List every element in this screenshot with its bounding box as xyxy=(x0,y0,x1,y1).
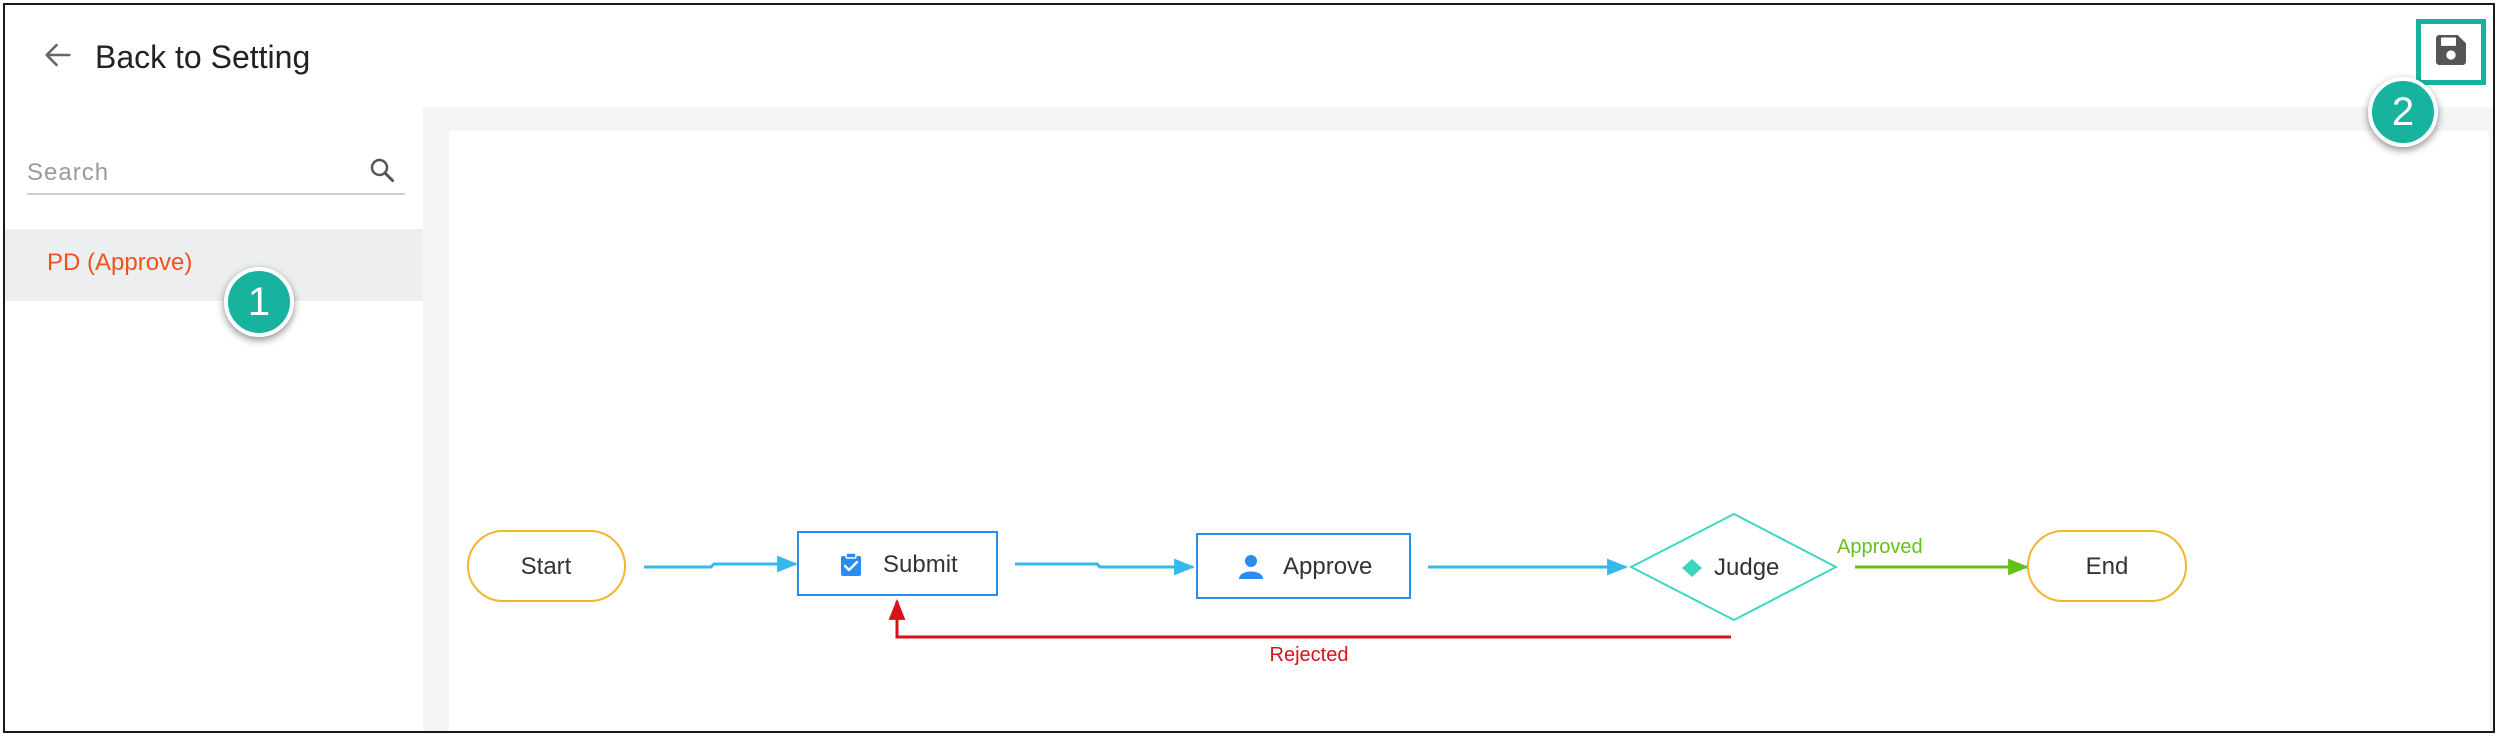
search-input[interactable] xyxy=(27,155,347,191)
node-judge[interactable]: Judge xyxy=(1628,512,1839,622)
back-to-setting-button[interactable]: Back to Setting xyxy=(41,35,310,79)
app-frame: Back to Setting PD (Approv xyxy=(3,3,2495,733)
node-start[interactable]: Start xyxy=(467,530,626,602)
node-end[interactable]: End xyxy=(2027,530,2187,602)
floppy-disk-icon xyxy=(2431,30,2471,75)
workflow-diagram: Approved Rejected Start Submit Approve J… xyxy=(467,512,2187,666)
search-box xyxy=(27,149,405,195)
sidebar-item-label: PD (Approve) xyxy=(47,249,193,276)
callout-number: 2 xyxy=(2391,89,2415,134)
back-label: Back to Setting xyxy=(95,38,311,75)
edge-label-approved: Approved xyxy=(1837,536,1923,558)
process-sidebar: PD (Approve) xyxy=(5,107,423,731)
arrow-left-icon xyxy=(41,38,75,77)
edge-start-submit[interactable] xyxy=(644,555,799,573)
callout-badge-2: 2 xyxy=(2368,77,2438,147)
node-submit-label: Submit xyxy=(883,551,958,578)
workflow-canvas: Approved Rejected Start Submit Approve J… xyxy=(449,131,2489,731)
edge-submit-approve[interactable] xyxy=(1015,558,1196,576)
node-approve[interactable]: Approve xyxy=(1196,533,1411,599)
node-start-label: Start xyxy=(521,553,572,580)
node-approve-label: Approve xyxy=(1283,553,1372,580)
edge-judge-submit-rejected[interactable] xyxy=(888,598,1731,639)
node-submit[interactable]: Submit xyxy=(797,531,998,596)
node-end-label: End xyxy=(2086,553,2129,580)
search-icon[interactable] xyxy=(367,155,397,185)
node-judge-label: Judge xyxy=(1714,554,1779,581)
save-button[interactable] xyxy=(2416,19,2486,85)
top-bar: Back to Setting xyxy=(5,5,2493,107)
clipboard-check-icon xyxy=(841,552,861,576)
callout-badge-1: 1 xyxy=(224,267,294,337)
edge-label-rejected: Rejected xyxy=(1270,644,1349,666)
sidebar-item-pd-approve[interactable]: PD (Approve) xyxy=(5,229,423,301)
callout-number: 1 xyxy=(247,279,271,324)
